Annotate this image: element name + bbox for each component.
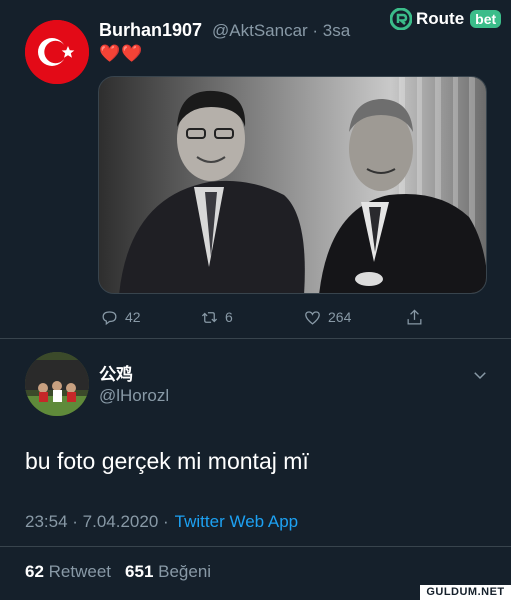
- tweet2-handle[interactable]: @lHorozl: [99, 386, 169, 406]
- photo-image: [99, 77, 486, 293]
- avatar-turkish-flag[interactable]: [25, 20, 89, 84]
- reply-icon: [102, 310, 117, 325]
- reply-count: 42: [125, 309, 141, 325]
- retweets-stat[interactable]: 62 Retweet: [25, 562, 111, 582]
- guldum-watermark: GULDUM.NET: [420, 585, 511, 600]
- like-count: 264: [328, 309, 352, 325]
- turkish-flag-icon: [25, 20, 89, 84]
- divider: [0, 338, 511, 339]
- chevron-down-icon[interactable]: [471, 366, 489, 384]
- reply-action[interactable]: 42: [100, 306, 141, 328]
- tweet2-meta: 23:54 · 7.04.2020 · Twitter Web App: [25, 512, 298, 532]
- retweet-action[interactable]: 6: [200, 306, 233, 328]
- tweet2-timestamp[interactable]: 23:54 · 7.04.2020 ·: [25, 512, 169, 532]
- tweet1-display-name[interactable]: Burhan1907: [99, 20, 202, 41]
- divider: [0, 546, 511, 547]
- tweet1-photo[interactable]: [98, 76, 487, 294]
- like-label: Beğeni: [158, 562, 212, 581]
- routebet-logo: Route bet: [390, 6, 502, 32]
- routebet-brand: Route: [416, 9, 465, 28]
- tweet1-handle-time[interactable]: @AktSancar · 3sa: [212, 21, 350, 41]
- tweet2-source-app[interactable]: Twitter Web App: [175, 512, 298, 532]
- tweet2-display-name[interactable]: 公鸡: [99, 360, 133, 385]
- likes-stat[interactable]: 651 Beğeni: [125, 562, 211, 582]
- tweet2-stats: 62 Retweet 651 Beğeni: [25, 562, 211, 582]
- share-action[interactable]: [405, 306, 424, 328]
- like-action[interactable]: 264: [303, 306, 351, 328]
- retweet-label: Retweet: [48, 562, 112, 581]
- routebet-r-icon: [390, 8, 412, 30]
- retweet-total: 62: [25, 562, 44, 581]
- avatar-image: [25, 352, 89, 416]
- tweet1-text: ❤️❤️: [99, 44, 144, 63]
- avatar-user[interactable]: [25, 352, 89, 416]
- retweet-icon: [201, 311, 218, 323]
- routebet-badge: bet: [470, 10, 502, 28]
- heart-icon: [305, 310, 320, 325]
- like-total: 651: [125, 562, 154, 581]
- retweet-count: 6: [225, 309, 233, 325]
- tweet2-text: bu foto gerçek mi montaj mï: [25, 448, 309, 474]
- share-icon: [407, 308, 422, 324]
